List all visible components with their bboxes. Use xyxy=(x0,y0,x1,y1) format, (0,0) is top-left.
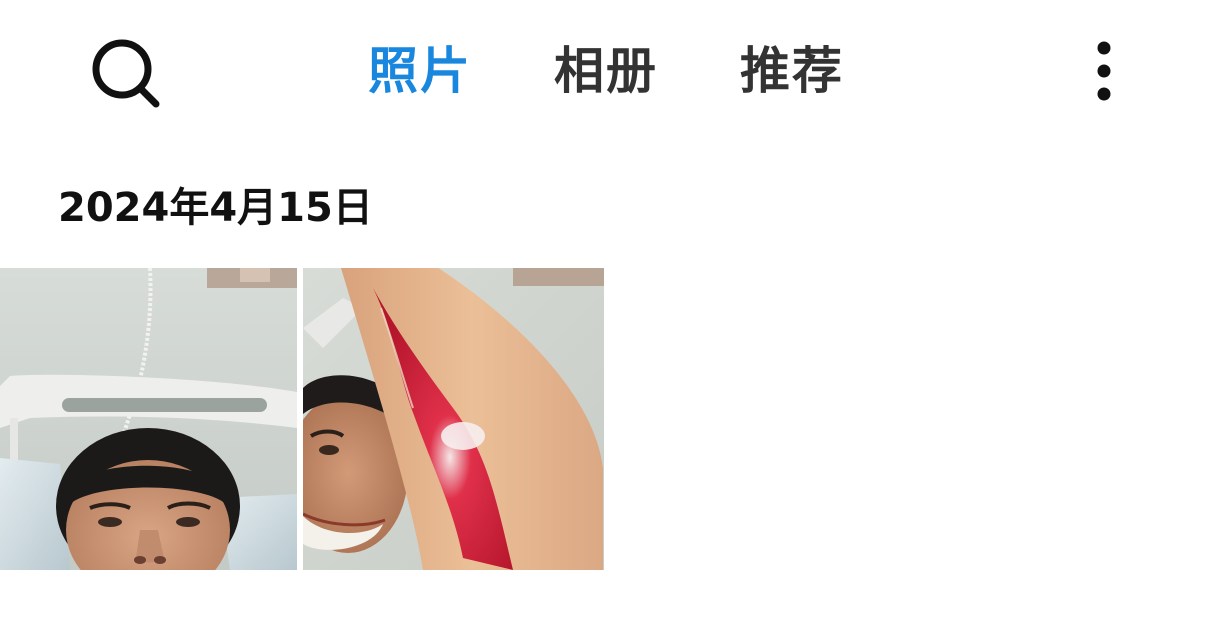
photo-thumbnail-1[interactable] xyxy=(0,268,297,570)
date-section-header: 2024年4月15日 xyxy=(58,185,373,231)
tab-albums[interactable]: 相册 xyxy=(554,36,658,106)
photo-arm-wound xyxy=(303,268,604,570)
photo-selfie-hospital-bed xyxy=(0,268,297,570)
tab-photos[interactable]: 照片 xyxy=(368,36,472,106)
search-button[interactable] xyxy=(88,38,164,108)
more-options-button[interactable] xyxy=(1086,40,1122,102)
top-bar: 照片 相册 推荐 xyxy=(0,0,1220,140)
search-icon xyxy=(92,39,160,108)
tab-recommended[interactable]: 推荐 xyxy=(740,36,844,106)
more-vertical-icon xyxy=(1097,41,1111,101)
photo-thumbnail-2[interactable] xyxy=(303,268,604,570)
tab-bar: 照片 相册 推荐 xyxy=(368,36,844,106)
